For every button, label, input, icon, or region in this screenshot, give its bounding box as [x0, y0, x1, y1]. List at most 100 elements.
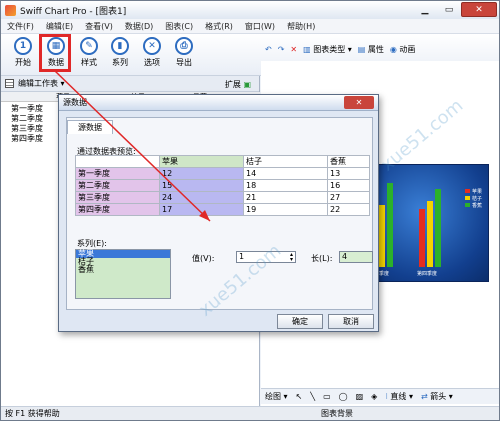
animation-button[interactable]: ◉ 动画 — [390, 44, 416, 55]
properties-label: 属性 — [367, 44, 384, 54]
menu-edit[interactable]: 编辑(E) — [46, 21, 73, 32]
legend-apple: 苹果 — [471, 189, 482, 195]
menu-bar: 文件(F) 编辑(E) 查看(V) 数据(D) 图表(C) 格式(R) 窗口(W… — [1, 19, 499, 34]
edit-worksheet-menu[interactable]: 编辑工作表 ▾ — [18, 78, 65, 89]
value-spin-icon[interactable]: ▴ ▾ — [290, 252, 293, 263]
close-button[interactable]: ✕ — [461, 2, 497, 17]
chart-legend: 苹果 桔子 香蕉 — [464, 189, 482, 210]
animation-label: 动画 — [399, 44, 416, 54]
cell-banana[interactable]: 22 — [327, 203, 370, 216]
chart-type-label: 图表类型 — [313, 44, 346, 54]
cell-apple[interactable]: 12 — [159, 167, 244, 180]
table-header-apple[interactable]: 苹果 — [159, 155, 244, 168]
chart-type-icon: ▥ — [303, 44, 311, 54]
worksheet-icon — [5, 79, 14, 88]
table-row: 第四季度 17 19 22 — [75, 203, 370, 216]
menu-format[interactable]: 格式(R) — [205, 21, 233, 32]
value-label: 值(V): — [192, 254, 215, 263]
cell-banana[interactable]: 16 — [327, 179, 370, 192]
menu-help[interactable]: 帮助(H) — [287, 21, 315, 32]
table-header-row: 苹果 桔子 香蕉 — [75, 155, 370, 168]
tab-source-data[interactable]: 源数据 — [67, 120, 113, 134]
chart-bar — [427, 201, 433, 267]
menu-view[interactable]: 查看(V) — [85, 21, 113, 32]
cell-apple[interactable]: 24 — [159, 191, 244, 204]
cell-apple[interactable]: 15 — [159, 179, 244, 192]
row-label-cell[interactable]: 第二季度 — [75, 179, 160, 192]
series-list[interactable]: 苹果 桔子 香蕉 — [75, 249, 171, 299]
value-field[interactable]: 1 — [239, 252, 244, 261]
cell-banana[interactable]: 27 — [327, 191, 370, 204]
cancel-button[interactable]: 取消 — [328, 314, 374, 329]
chart-bar — [435, 189, 441, 267]
table-row: 第一季度 12 14 13 — [75, 167, 370, 180]
export-button[interactable]: ⎙ 导出 — [170, 35, 198, 75]
chart-bar — [419, 209, 425, 267]
line-tool-icon[interactable]: ╲ — [310, 392, 315, 401]
cell-banana[interactable]: 13 — [327, 167, 370, 180]
draw-menu[interactable]: 绘图 ▾ — [265, 391, 288, 402]
menu-file[interactable]: 文件(F) — [7, 21, 34, 32]
options-icon: ✕ — [143, 37, 161, 55]
export-icon: ⎙ — [175, 37, 193, 55]
line-style-icon: ⁝ — [385, 392, 388, 401]
fill-color-icon[interactable]: ◈ — [371, 392, 377, 401]
style-button[interactable]: ✎ 样式 — [75, 35, 103, 75]
source-data-table: 苹果 桔子 香蕉 第一季度 12 14 13 第二季度 15 18 16 第三季… — [75, 155, 370, 216]
cell-orange[interactable]: 21 — [243, 191, 328, 204]
length-field[interactable]: 4 — [339, 251, 373, 263]
row-label-cell[interactable]: 第四季度 — [75, 203, 160, 216]
series-button[interactable]: ▮ 系列 — [106, 35, 134, 75]
maximize-button[interactable]: ▭ — [437, 2, 461, 17]
rectangle-tool-icon[interactable]: ▭ — [323, 392, 331, 401]
series-label: 系列 — [112, 58, 128, 67]
line-style-menu[interactable]: ⁝ 直线 ▾ — [385, 391, 413, 402]
dialog-close-button[interactable]: ✕ — [344, 96, 374, 109]
chart-toolbar: ↶ ↷ ✕ ▥ 图表类型 ▾ ▤ 属性 ◉ 动画 — [265, 39, 421, 59]
ok-button[interactable]: 确定 — [277, 314, 323, 329]
window-title: Swiff Chart Pro - [图表1] — [20, 6, 127, 17]
start-label: 开始 — [15, 58, 31, 67]
dialog-title: 源数据 — [63, 98, 87, 107]
menu-data[interactable]: 数据(D) — [125, 21, 153, 32]
style-label: 样式 — [81, 58, 97, 67]
pointer-icon[interactable]: ↖ — [296, 392, 303, 401]
row-label-cell[interactable]: 第一季度 — [75, 167, 160, 180]
image-tool-icon[interactable]: ▨ — [356, 392, 364, 401]
cell-orange[interactable]: 18 — [243, 179, 328, 192]
drawing-toolbar: 绘图 ▾ ↖ ╲ ▭ ◯ ▨ ◈ ⁝ 直线 ▾ ⇄ 箭头 ▾ — [261, 388, 499, 404]
undo-icon[interactable]: ↶ — [265, 45, 272, 54]
export-label: 导出 — [176, 58, 192, 67]
series-icon: ▮ — [111, 37, 129, 55]
start-icon: 1 — [14, 37, 32, 55]
table-row: 第二季度 15 18 16 — [75, 179, 370, 192]
series-item-banana[interactable]: 香蕉 — [76, 266, 170, 274]
delete-icon[interactable]: ✕ — [290, 45, 297, 54]
ellipse-tool-icon[interactable]: ◯ — [339, 392, 348, 401]
row-label-cell[interactable]: 第三季度 — [75, 191, 160, 204]
cell-orange[interactable]: 19 — [243, 203, 328, 216]
table-header-orange[interactable]: 桔子 — [243, 155, 328, 168]
menu-chart[interactable]: 图表(C) — [165, 21, 193, 32]
chart-type-button[interactable]: ▥ 图表类型 ▾ — [303, 44, 352, 55]
chart-x-label: 第四季度 — [417, 271, 438, 277]
length-label: 长(L): — [311, 254, 333, 263]
redo-icon[interactable]: ↷ — [278, 45, 285, 54]
expand-button[interactable]: 扩展 ▣ — [225, 79, 251, 90]
table-header-banana[interactable]: 香蕉 — [327, 155, 370, 168]
title-bar: Swiff Chart Pro - [图表1] ▁ ▭ ✕ — [1, 1, 499, 19]
cell-apple[interactable]: 17 — [159, 203, 244, 216]
chart-bar — [387, 183, 393, 267]
menu-window[interactable]: 窗口(W) — [245, 21, 275, 32]
cell-orange[interactable]: 14 — [243, 167, 328, 180]
arrow-style-menu[interactable]: ⇄ 箭头 ▾ — [421, 391, 453, 402]
start-button[interactable]: 1 开始 — [9, 35, 37, 75]
expand-icon: ▣ — [243, 80, 251, 89]
worksheet-row-label[interactable]: 第四季度 — [11, 133, 43, 144]
minimize-button[interactable]: ▁ — [413, 2, 437, 17]
properties-button[interactable]: ▤ 属性 — [358, 44, 384, 55]
options-button[interactable]: ✕ 选项 — [138, 35, 166, 75]
edit-worksheet-label: 编辑工作表 — [18, 79, 58, 88]
status-bar: 按 F1 获得帮助 图表背景 — [1, 406, 499, 420]
data-button-highlight — [39, 34, 71, 72]
